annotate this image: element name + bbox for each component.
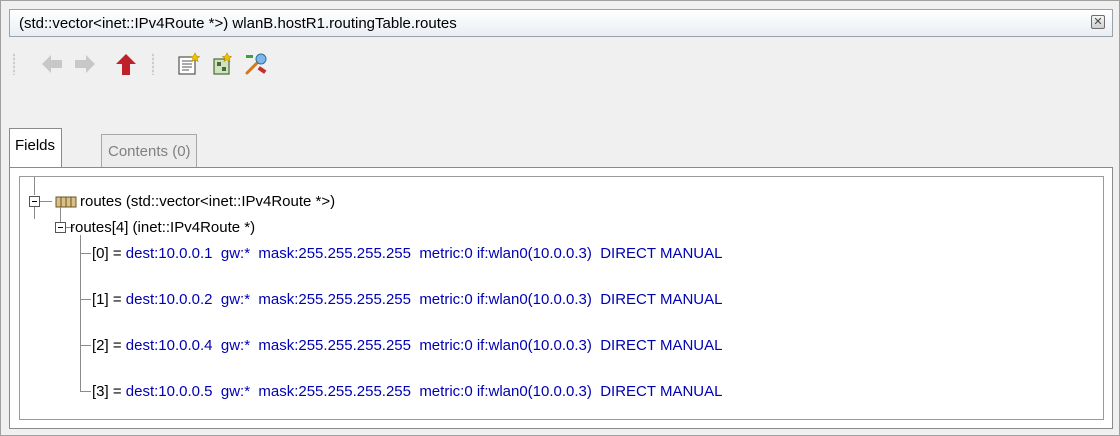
tools-icon (245, 53, 267, 75)
inspect-network-button[interactable] (209, 51, 235, 77)
child-collapse-toggle[interactable] (55, 222, 66, 233)
up-arrow-icon (116, 54, 136, 75)
toolbar-separator (152, 53, 154, 75)
tree-connector (34, 177, 35, 195)
route-value: dest:10.0.0.2 gw:* mask:255.255.255.255 … (125, 291, 723, 308)
tab-fields[interactable]: Fields (9, 128, 63, 168)
field-tree: routes (std::vector<inet::IPv4Route *>) … (19, 176, 1104, 420)
back-button[interactable] (39, 51, 65, 77)
route-entry[interactable]: [3] = dest:10.0.0.5 gw:* mask:255.255.25… (92, 383, 722, 400)
inspect-button[interactable] (175, 51, 201, 77)
close-button[interactable]: ✕ (1091, 15, 1105, 29)
route-value: dest:10.0.0.4 gw:* mask:255.255.255.255 … (125, 337, 723, 354)
tree-connector (80, 299, 91, 300)
window-title: (std::vector<inet::IPv4Route *>) wlanB.h… (19, 15, 457, 32)
tab-contents[interactable]: Contents (0) (101, 134, 197, 168)
back-arrow-icon (42, 55, 62, 73)
tree-node-root[interactable]: routes (std::vector<inet::IPv4Route *>) (80, 193, 335, 210)
toolbar-grip[interactable] (13, 53, 15, 75)
tree-node-routes[interactable]: routes[4] (inet::IPv4Route *) (70, 219, 255, 236)
up-button[interactable] (113, 51, 139, 77)
forward-button[interactable] (72, 51, 98, 77)
tree-connector (80, 345, 91, 346)
route-index: [3] = (92, 383, 126, 400)
inspect-icon (178, 52, 201, 75)
tree-connector (80, 391, 91, 392)
fields-panel: routes (std::vector<inet::IPv4Route *>) … (9, 167, 1113, 429)
tree-connector (80, 235, 81, 391)
route-entry[interactable]: [0] = dest:10.0.0.1 gw:* mask:255.255.25… (92, 245, 722, 262)
title-bar: (std::vector<inet::IPv4Route *>) wlanB.h… (9, 9, 1113, 37)
tree-connector (34, 207, 35, 219)
inspector-window: (std::vector<inet::IPv4Route *>) wlanB.h… (0, 0, 1120, 436)
root-collapse-toggle[interactable] (29, 196, 40, 207)
inspect-network-icon (213, 52, 233, 75)
tools-button[interactable] (243, 51, 269, 77)
route-entry[interactable]: [1] = dest:10.0.0.2 gw:* mask:255.255.25… (92, 291, 722, 308)
forward-arrow-icon (75, 55, 95, 73)
route-entry[interactable]: [2] = dest:10.0.0.4 gw:* mask:255.255.25… (92, 337, 722, 354)
tree-connector (80, 253, 91, 254)
tree-connector (40, 201, 52, 202)
route-value: dest:10.0.0.1 gw:* mask:255.255.255.255 … (125, 245, 723, 262)
route-index: [2] = (92, 337, 126, 354)
route-value: dest:10.0.0.5 gw:* mask:255.255.255.255 … (125, 383, 723, 400)
tree-connector (60, 207, 61, 222)
route-index: [1] = (92, 291, 126, 308)
route-index: [0] = (92, 245, 126, 262)
toolbar (9, 41, 1113, 85)
vector-icon (55, 196, 77, 208)
